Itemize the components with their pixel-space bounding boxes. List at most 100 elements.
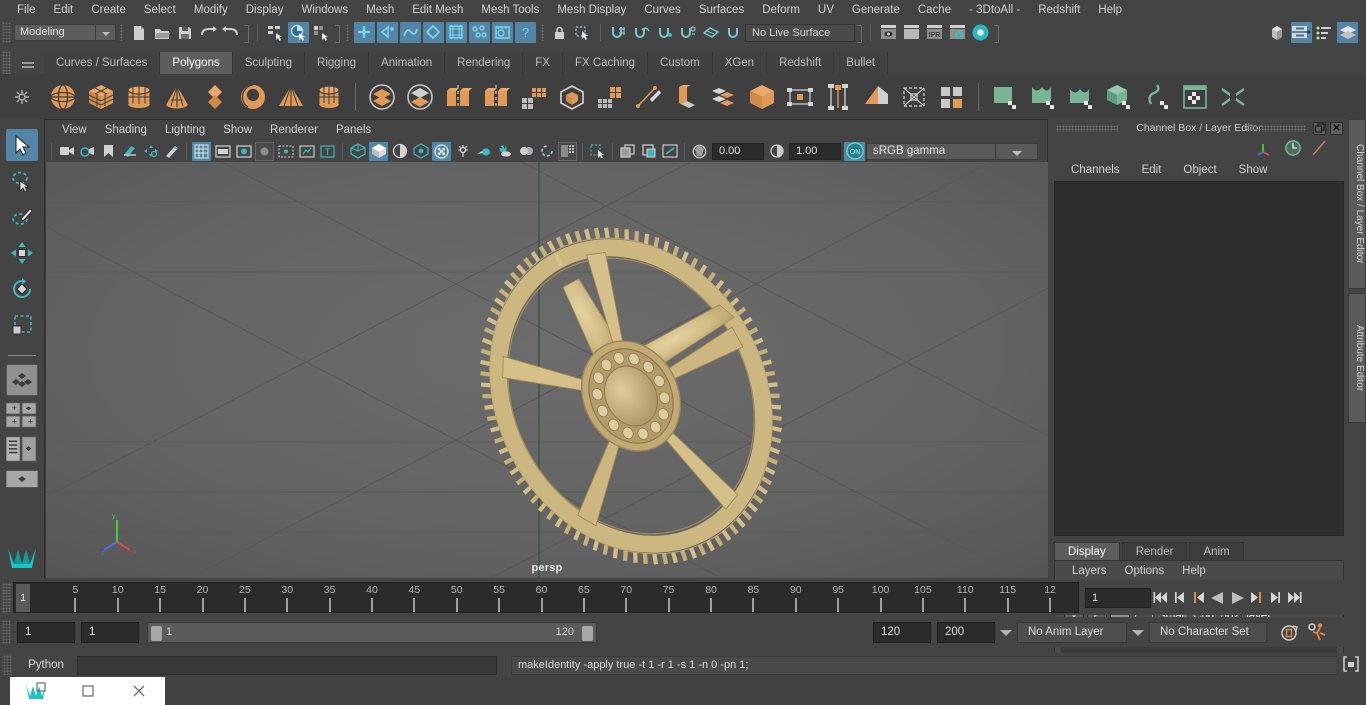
two-panes-stacked-layout-button[interactable]: + + + — [6, 400, 38, 430]
layer-menu-options[interactable]: Options — [1116, 561, 1174, 581]
poly-mirror-cut-icon[interactable] — [478, 79, 514, 115]
nurbs-revolve-icon[interactable] — [1139, 79, 1175, 115]
range-slider-grip[interactable] — [2, 620, 11, 644]
step-back-keyframe-icon[interactable] — [1171, 588, 1188, 608]
undock-panel-button[interactable] — [1313, 122, 1326, 135]
poly-wedge-icon[interactable] — [668, 79, 704, 115]
gamma-icon[interactable] — [767, 142, 786, 161]
select-points-icon[interactable] — [377, 22, 398, 43]
rotate-tool-button[interactable] — [6, 273, 38, 305]
character-set-dropdown-arrow[interactable] — [1127, 622, 1149, 643]
menu-curves[interactable]: Curves — [635, 0, 689, 20]
command-input[interactable] — [77, 655, 497, 675]
poly-crease-icon[interactable] — [858, 79, 894, 115]
select-by-object-icon[interactable] — [288, 22, 309, 43]
menu-file[interactable]: File — [8, 0, 45, 20]
shelf-tab-curves-surfaces[interactable]: Curves / Surfaces — [44, 52, 161, 74]
layer-tab-render[interactable]: Render — [1121, 542, 1188, 561]
lock-selection-icon[interactable] — [549, 22, 570, 43]
channel-box-body[interactable] — [1054, 181, 1344, 536]
open-scene-icon[interactable] — [151, 22, 172, 43]
select-all-icon[interactable] — [492, 22, 513, 43]
multisample-icon[interactable] — [558, 141, 577, 161]
viewport-menu-shading[interactable]: Shading — [96, 120, 156, 140]
nurbs-cube-icon[interactable] — [1101, 79, 1137, 115]
use-default-material-icon[interactable] — [411, 142, 430, 161]
gamma-value[interactable]: 1.00 — [789, 142, 841, 160]
exposure-icon[interactable] — [690, 142, 709, 161]
gate-mask-icon[interactable] — [255, 141, 274, 161]
xray-active-icon[interactable] — [618, 142, 637, 161]
snap-to-curve-icon[interactable] — [631, 22, 652, 43]
move-tool-button[interactable] — [6, 237, 38, 269]
close-window-icon[interactable] — [113, 677, 165, 705]
menu-generate[interactable]: Generate — [843, 0, 909, 20]
poly-cube-icon[interactable] — [83, 79, 119, 115]
range-slider[interactable]: 1 120 — [147, 621, 597, 643]
field-chart-icon[interactable] — [276, 142, 295, 161]
color-management-icon[interactable]: ON — [844, 141, 865, 161]
poly-quad-draw-icon[interactable] — [782, 79, 818, 115]
menu-help[interactable]: Help — [1089, 0, 1131, 20]
menu-mesh-tools[interactable]: Mesh Tools — [472, 0, 548, 20]
menu-deform[interactable]: Deform — [753, 0, 809, 20]
auto-keyframe-icon[interactable] — [1278, 621, 1302, 643]
shelf-grip[interactable] — [2, 51, 11, 74]
maya-app-icon[interactable] — [10, 677, 62, 705]
menu-set-dropdown-arrow[interactable] — [96, 24, 116, 41]
poly-mirror-icon[interactable] — [440, 79, 476, 115]
range-end-field[interactable]: 120 — [873, 621, 931, 643]
nurbs-loft-icon[interactable] — [1063, 79, 1099, 115]
menu-create[interactable]: Create — [82, 0, 135, 20]
shelf-tab-fx-caching[interactable]: FX Caching — [562, 52, 649, 74]
play-forwards-icon[interactable] — [1228, 588, 1245, 608]
shelf-tab-animation[interactable]: Animation — [369, 52, 446, 74]
node-editor-icon[interactable] — [1291, 22, 1312, 43]
select-lines-icon[interactable] — [400, 22, 421, 43]
poly-slide-edge-icon[interactable] — [896, 79, 932, 115]
animation-end-field[interactable]: 200 — [937, 621, 995, 643]
menu-mesh[interactable]: Mesh — [357, 0, 403, 20]
vertical-tab-channel-box[interactable]: Channel Box / Layer Editor — [1348, 119, 1366, 289]
poly-target-weld-icon[interactable] — [934, 79, 970, 115]
animation-preferences-icon[interactable] — [1304, 621, 1330, 643]
channel-box-menu-show[interactable]: Show — [1228, 159, 1279, 181]
poly-torus-icon[interactable] — [235, 79, 271, 115]
no-mask-icon[interactable] — [639, 142, 658, 161]
grid-display-icon[interactable] — [660, 142, 679, 161]
wireframe-icon[interactable] — [348, 142, 367, 161]
save-scene-icon[interactable] — [174, 22, 195, 43]
status-expand-3[interactable] — [855, 24, 864, 43]
layer-tab-anim[interactable]: Anim — [1189, 542, 1244, 561]
poly-reduce-icon[interactable] — [706, 79, 742, 115]
camera-attributes-icon[interactable] — [78, 142, 97, 161]
maximize-window-icon[interactable] — [62, 677, 114, 705]
script-editor-icon[interactable] — [1342, 655, 1362, 675]
shelf-tab-bullet[interactable]: Bullet — [834, 52, 889, 74]
channel-box-menu-channels[interactable]: Channels — [1060, 159, 1131, 181]
layer-tab-display[interactable]: Display — [1054, 542, 1120, 561]
layer-menu-layers[interactable]: Layers — [1063, 561, 1116, 581]
snap-to-grid-icon[interactable] — [608, 22, 629, 43]
step-back-frame-icon[interactable] — [1190, 588, 1207, 608]
anim-layer-field[interactable]: No Anim Layer — [1017, 621, 1127, 643]
shelf-tab-sculpting[interactable]: Sculpting — [232, 52, 306, 74]
shelf-menu-button[interactable] — [11, 51, 44, 74]
poly-separate-icon[interactable] — [402, 79, 438, 115]
select-faces-icon[interactable] — [423, 22, 444, 43]
screen-space-ao-icon[interactable] — [516, 142, 535, 161]
render-settings-icon[interactable] — [947, 22, 968, 43]
poly-extrude-icon[interactable] — [592, 79, 628, 115]
status-expand-1[interactable] — [242, 24, 251, 43]
poly-platonic-icon[interactable] — [197, 79, 233, 115]
channel-box-menu-edit[interactable]: Edit — [1131, 159, 1173, 181]
menu-surfaces[interactable]: Surfaces — [690, 0, 753, 20]
status-line-grip[interactable] — [2, 22, 11, 43]
shelf-options-button[interactable] — [0, 74, 44, 119]
select-handle-icon[interactable] — [354, 22, 375, 43]
xray-joints-icon[interactable] — [453, 142, 472, 161]
layer-menu-help[interactable]: Help — [1173, 561, 1215, 581]
menu-3dtoall[interactable]: - 3DtoAll - — [960, 0, 1029, 20]
anim-layer-dropdown-arrow[interactable] — [995, 622, 1017, 643]
menu-modify[interactable]: Modify — [185, 0, 237, 20]
